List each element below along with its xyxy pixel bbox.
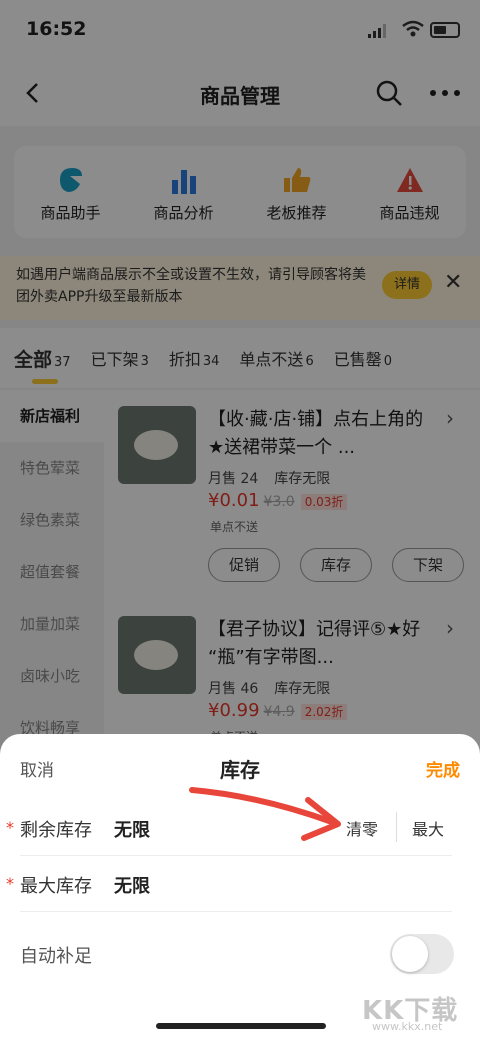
toggle-knob (392, 936, 428, 972)
max-stock-button[interactable]: 最大 (412, 816, 444, 840)
clear-stock-button[interactable]: 清零 (346, 816, 378, 840)
home-indicator (156, 1023, 326, 1029)
divider (396, 812, 397, 842)
sheet-title: 库存 (220, 758, 260, 782)
auto-refill-toggle[interactable] (390, 934, 454, 974)
auto-refill-row: 自动补足 (20, 912, 454, 996)
max-stock-row: * 最大库存 无限 (6, 856, 452, 912)
max-stock-value[interactable]: 无限 (114, 872, 150, 898)
watermark-url: www.kkx.net (372, 1020, 443, 1033)
remaining-stock-row: * 剩余库存 无限 清零 最大 (6, 800, 452, 856)
required-mark: * (6, 874, 14, 893)
required-mark: * (6, 818, 14, 837)
watermark: KK下载 www.kkx.net (362, 990, 472, 1034)
done-button[interactable]: 完成 (426, 756, 460, 781)
remaining-stock-value[interactable]: 无限 (114, 816, 150, 842)
